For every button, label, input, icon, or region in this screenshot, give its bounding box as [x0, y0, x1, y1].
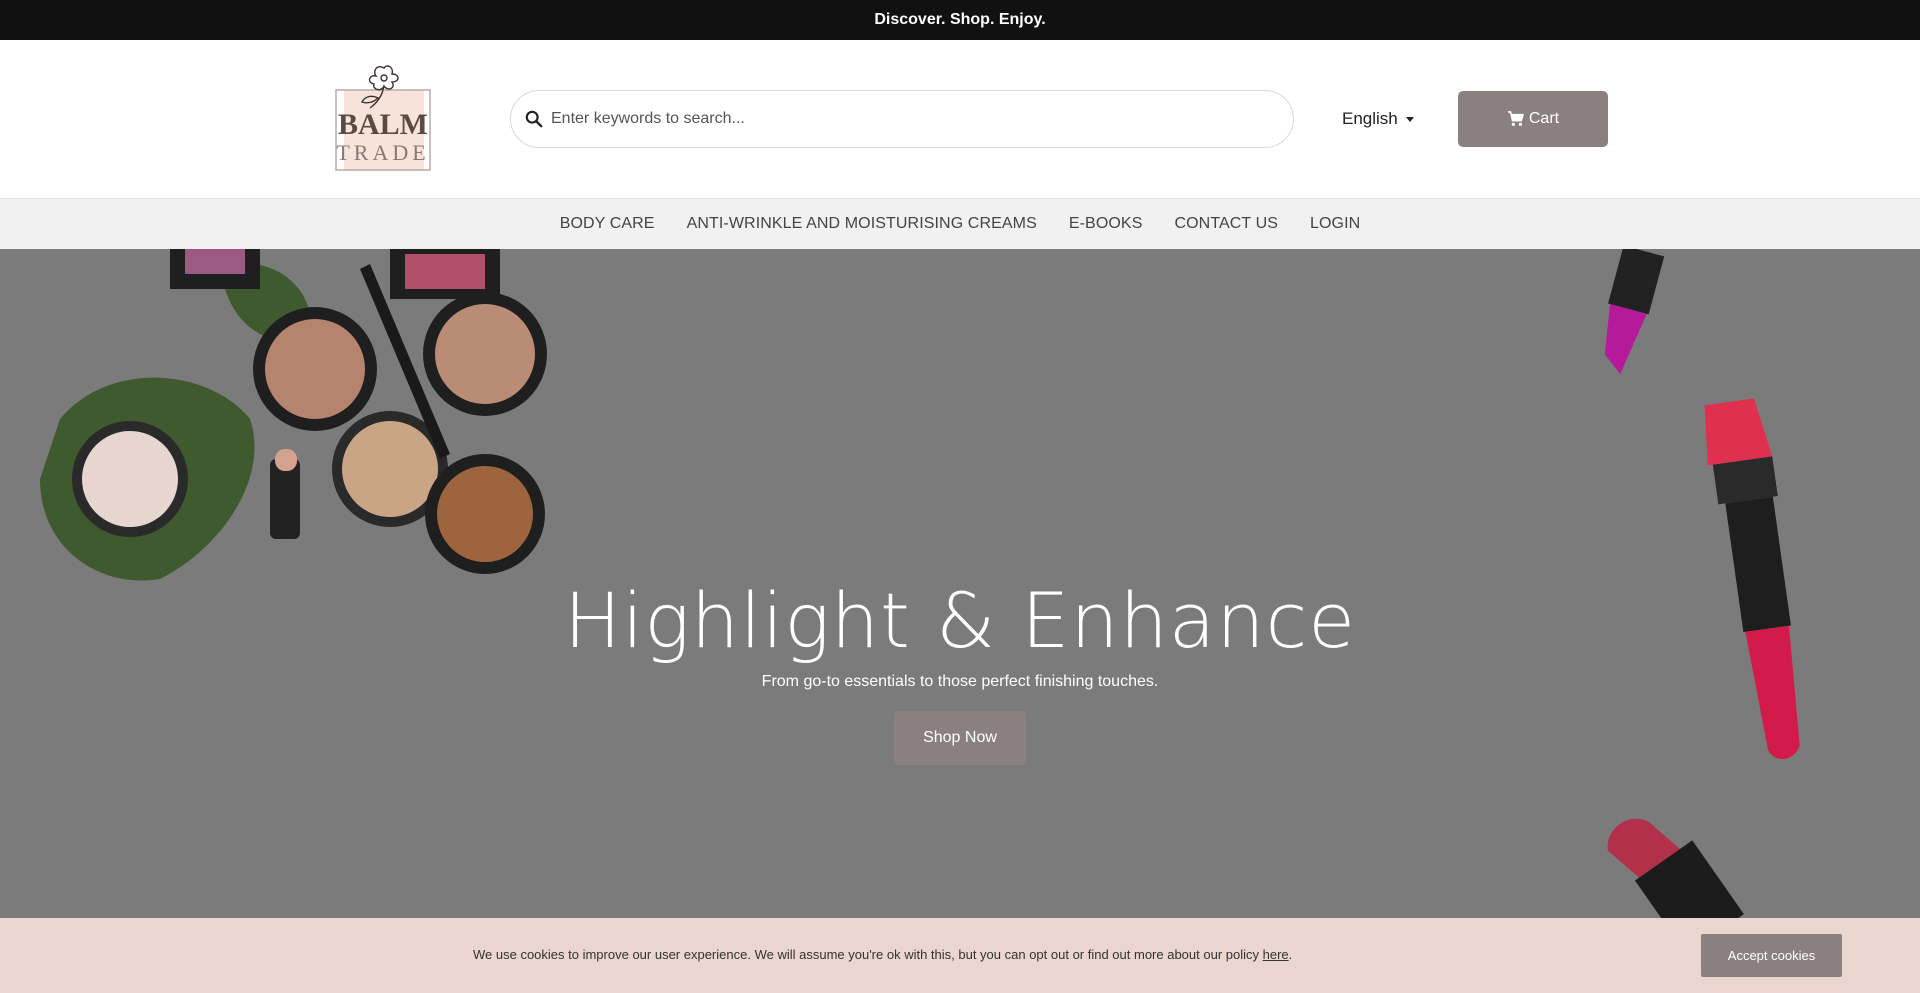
cookie-text-end: .	[1288, 947, 1293, 962]
shop-now-button[interactable]: Shop Now	[894, 711, 1026, 765]
language-selector[interactable]: English	[1342, 106, 1414, 132]
nav-item-login[interactable]: LOGIN	[1310, 215, 1360, 233]
accept-cookies-button[interactable]: Accept cookies	[1701, 934, 1842, 977]
cookie-banner: We use cookies to improve our user exper…	[0, 918, 1920, 993]
cookie-message: We use cookies to improve our user exper…	[473, 947, 1292, 962]
site-header: BALM TRADE English Cart	[0, 40, 1920, 198]
cart-label: Cart	[1528, 110, 1560, 127]
nav-item-e-books[interactable]: E-BOOKS	[1069, 215, 1143, 233]
main-nav: BODY CARE ANTI-WRINKLE AND MOISTURISING …	[0, 198, 1920, 249]
cookie-text: We use cookies to improve our user exper…	[473, 947, 1263, 962]
hero-banner: Highlight & Enhance From go-to essential…	[0, 249, 1920, 919]
announcement-text: Discover. Shop. Enjoy.	[874, 11, 1046, 28]
announcement-bar: Discover. Shop. Enjoy.	[0, 0, 1920, 40]
nav-item-contact-us[interactable]: CONTACT US	[1174, 215, 1278, 233]
cart-icon	[1507, 111, 1524, 126]
cart-button[interactable]: Cart	[1458, 91, 1608, 147]
language-label: English	[1342, 109, 1398, 128]
nav-item-anti-wrinkle[interactable]: ANTI-WRINKLE AND MOISTURISING CREAMS	[687, 215, 1037, 233]
cookie-policy-link[interactable]: here	[1263, 947, 1289, 962]
hero-subtitle: From go-to essentials to those perfect f…	[761, 673, 1159, 690]
search-input[interactable]	[551, 110, 1251, 128]
chevron-down-icon	[1405, 116, 1414, 122]
search-icon	[525, 110, 543, 128]
nav-item-body-care[interactable]: BODY CARE	[560, 215, 655, 233]
brand-logo[interactable]: BALM TRADE	[330, 62, 438, 174]
logo-text-trade: TRADE	[336, 140, 429, 165]
hero-title: Highlight & Enhance	[563, 576, 1357, 665]
search-bar[interactable]	[510, 90, 1294, 148]
logo-text-balm: BALM	[338, 108, 428, 141]
makeup-decoration-left	[40, 249, 547, 581]
